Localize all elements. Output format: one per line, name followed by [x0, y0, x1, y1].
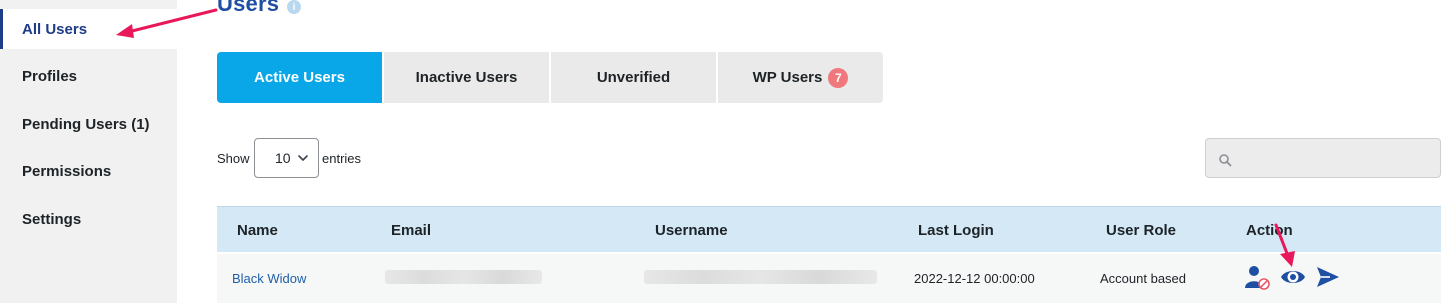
column-header-email[interactable]: Email — [391, 222, 431, 239]
chevron-down-icon — [298, 155, 308, 161]
username-redacted — [644, 270, 877, 284]
search-icon — [1219, 154, 1232, 167]
entries-label: entries — [322, 151, 362, 166]
column-header-last-login[interactable]: Last Login — [918, 222, 994, 239]
tab-label: Inactive Users — [415, 69, 518, 86]
info-icon[interactable]: i — [287, 0, 301, 14]
email-redacted — [385, 270, 542, 284]
sidebar-item-profiles[interactable]: Profiles — [0, 56, 177, 96]
tab-label: WP Users — [752, 69, 823, 86]
sidebar-item-label: Profiles — [22, 67, 78, 85]
entries-select[interactable]: 10 — [254, 138, 319, 178]
view-eye-icon[interactable] — [1280, 264, 1306, 290]
column-header-user-role[interactable]: User Role — [1106, 222, 1176, 239]
sidebar-item-label: Settings — [22, 210, 82, 228]
column-header-action: Action — [1246, 222, 1293, 239]
user-tabs: Active Users Inactive Users Unverified W… — [217, 52, 883, 103]
entries-value: 10 — [275, 150, 291, 166]
send-arrow-icon[interactable] — [1315, 264, 1341, 290]
sidebar-item-label: Permissions — [22, 162, 112, 180]
page-title: Users — [217, 0, 280, 16]
sidebar-item-label: Pending Users (1) — [22, 115, 150, 133]
show-label: Show — [217, 151, 250, 166]
tab-unverified[interactable]: Unverified — [551, 52, 716, 103]
tab-wp-users[interactable]: WP Users 7 — [718, 52, 883, 103]
tab-label: Unverified — [596, 69, 671, 86]
user-name-link[interactable]: Black Widow — [232, 271, 306, 286]
column-header-username[interactable]: Username — [655, 222, 728, 239]
table-row: Black Widow 2022-12-12 00:00:00 Account … — [217, 254, 1441, 303]
sidebar-item-permissions[interactable]: Permissions — [0, 151, 177, 191]
sidebar: All Users Profiles Pending Users (1) Per… — [0, 0, 177, 303]
sidebar-item-all-users[interactable]: All Users — [0, 9, 177, 49]
search-box — [1205, 138, 1441, 178]
column-header-name[interactable]: Name — [237, 222, 278, 239]
user-role-value: Account based — [1100, 271, 1187, 286]
sidebar-item-settings[interactable]: Settings — [0, 199, 177, 239]
tab-inactive-users[interactable]: Inactive Users — [384, 52, 549, 103]
sidebar-item-pending-users[interactable]: Pending Users (1) — [0, 104, 177, 144]
deactivate-user-icon[interactable] — [1244, 264, 1270, 290]
table-header: Name Email Username Last Login User Role… — [217, 206, 1441, 252]
count-badge: 7 — [828, 67, 849, 88]
tab-label: Active Users — [254, 69, 345, 86]
sidebar-item-label: All Users — [22, 20, 88, 38]
last-login-value: 2022-12-12 00:00:00 — [914, 271, 1035, 286]
tab-active-users[interactable]: Active Users — [217, 52, 382, 103]
search-input[interactable] — [1238, 145, 1433, 171]
